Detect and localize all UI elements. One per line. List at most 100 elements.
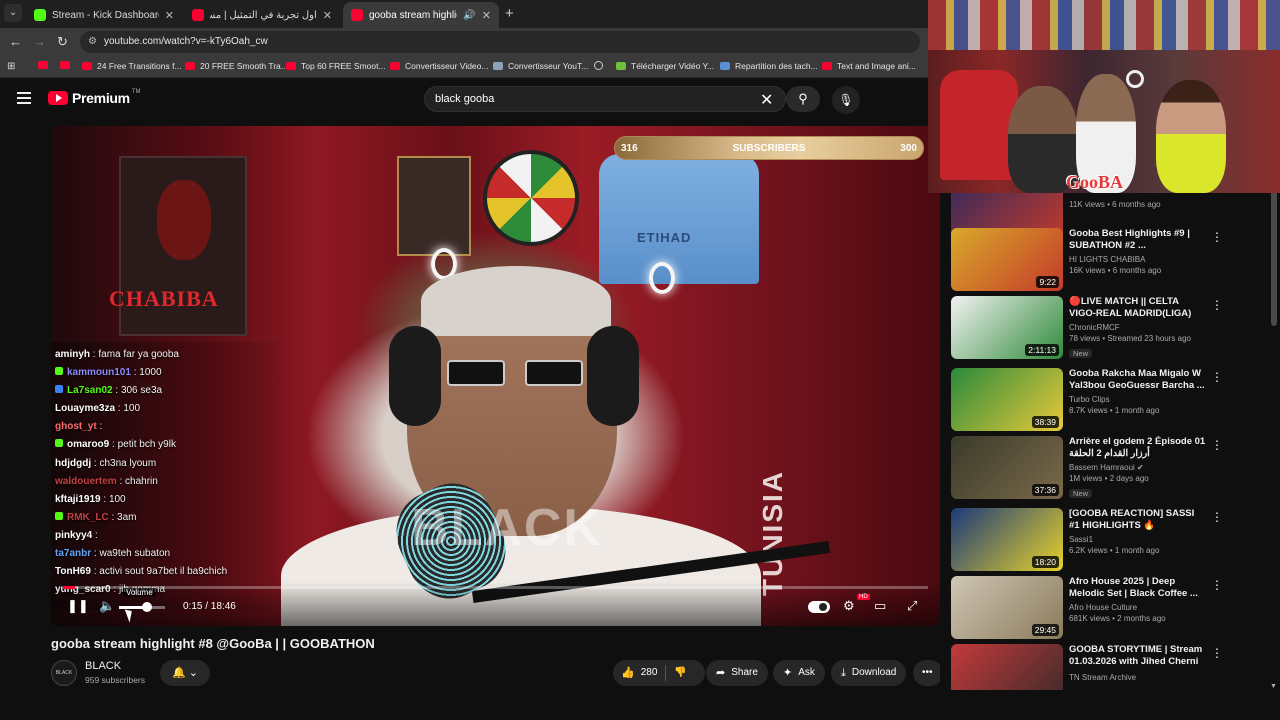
more-vertical-icon[interactable]: ⋮ xyxy=(1211,298,1223,312)
recommendation-title[interactable]: Gooba Best Highlights #9 | SUBATHON #2 .… xyxy=(1069,228,1207,252)
theater-mode-icon[interactable]: ▭ xyxy=(874,598,886,614)
scroll-down-icon[interactable]: ▼ xyxy=(1270,683,1277,690)
youtube-icon xyxy=(82,62,92,70)
volume-knob[interactable] xyxy=(141,602,152,612)
search-input[interactable]: black gooba xyxy=(424,86,786,112)
apps-button[interactable]: ⊞ xyxy=(7,61,24,73)
headset-left xyxy=(389,326,441,426)
recommendation-info: Afro House 2025 | Deep Melodic Set | Bla… xyxy=(1069,576,1207,623)
like-button[interactable]: 👍 280 xyxy=(613,660,665,686)
bookmark-item[interactable]: Top 60 FREE Smoot... xyxy=(286,61,386,71)
recommendation-item[interactable]: 18:20 [GOOBA REACTION] SASSI #1 HIGHLIGHT… xyxy=(951,508,1280,576)
voice-search-button[interactable]: 🎙 xyxy=(832,86,860,114)
channel-avatar[interactable]: BLACK xyxy=(51,660,77,686)
volume-icon[interactable]: 🔈 xyxy=(99,598,115,614)
recommendation-meta: 78 views • Streamed 23 hours ago xyxy=(1069,334,1191,343)
chat-username: kammoun101 xyxy=(67,367,131,379)
bookmark-item[interactable]: Text and Image ani... xyxy=(822,61,916,71)
recommendation-meta: 11K views • 6 months ago xyxy=(1069,200,1161,209)
recommendation-item[interactable]: 9:22 Gooba Best Highlights #9 | SUBATHON … xyxy=(951,228,1280,296)
chat-message: hdjdgdj : ch3na lyoum xyxy=(55,457,157,469)
back-icon[interactable]: ← xyxy=(9,34,22,49)
recommendation-item[interactable]: 29:45 Afro House 2025 | Deep Melodic Set … xyxy=(951,576,1280,644)
close-tab-icon[interactable]: ✕ xyxy=(165,9,174,22)
bookmark-item[interactable]: Repartition des tach... xyxy=(720,61,818,71)
poster-text: CHABIBA xyxy=(109,286,219,311)
recommendation-item[interactable]: 38:39 Gooba Rakcha Maa Migalo W Yal3bou G… xyxy=(951,368,1280,436)
recommendation-title[interactable]: Arrière el godem 2 Épisode 01 أرزار القد… xyxy=(1069,436,1207,460)
video-thumbnail[interactable]: 38:39 xyxy=(951,368,1063,431)
forward-icon[interactable]: → xyxy=(33,34,46,49)
kick-icon xyxy=(34,9,46,21)
gooba-logo: GooBA xyxy=(1066,172,1124,192)
settings-icon[interactable]: ⚙ xyxy=(843,598,855,614)
video-thumbnail[interactable] xyxy=(951,644,1063,690)
recommendation-title[interactable]: GOOBA STORYTIME | Stream 01.03.2026 with… xyxy=(1069,644,1207,670)
channel-name[interactable]: BLACK xyxy=(85,660,121,672)
more-vertical-icon[interactable]: ⋮ xyxy=(1211,510,1223,524)
pause-icon[interactable]: ❚❚ xyxy=(67,598,89,614)
tab-search-button[interactable]: ⌄ xyxy=(4,4,22,22)
speaker-icon[interactable]: 🔊 xyxy=(463,10,475,21)
gaming-chair xyxy=(940,70,1018,180)
bookmark-item[interactable] xyxy=(594,61,608,70)
sparkle-icon: ✦ xyxy=(783,667,793,679)
chat-text: fama far ya gooba xyxy=(98,349,179,360)
dislike-button[interactable]: 👎 xyxy=(666,660,694,686)
video-thumbnail[interactable]: 37:36 xyxy=(951,436,1063,499)
recommendation-title[interactable]: Gooba Rakcha Maa Migalo W Yal3bou GeoGue… xyxy=(1069,368,1207,392)
recommendation-item[interactable]: 2:11:13 🔴LIVE MATCH || CELTA VIGO-REAL MA… xyxy=(951,296,1280,364)
progress-bar[interactable] xyxy=(63,586,928,589)
clear-search-icon[interactable]: ✕ xyxy=(760,90,773,110)
thumbs-up-icon: 👍 xyxy=(621,667,635,679)
bookmark-item[interactable]: 20 FREE Smooth Tra... xyxy=(185,61,288,71)
youtube-premium-logo[interactable]: Premium TM xyxy=(48,89,140,106)
more-actions-button[interactable]: ••• xyxy=(913,660,943,686)
chat-badge-icon xyxy=(55,439,63,448)
recommendation-info: Arrière el godem 2 Épisode 01 أرزار القد… xyxy=(1069,436,1207,501)
bookmark-item[interactable]: 24 Free Transitions f... xyxy=(82,61,182,71)
video-thumbnail[interactable]: 18:20 xyxy=(951,508,1063,571)
share-button[interactable]: ➦ Share xyxy=(706,660,768,686)
autoplay-toggle[interactable] xyxy=(808,601,830,613)
video-thumbnail[interactable]: 9:22 xyxy=(951,228,1063,291)
bookmark-item[interactable]: Convertisseur Video... xyxy=(390,61,488,71)
bookmark-item[interactable] xyxy=(38,61,53,69)
recommendation-title[interactable]: 🔴LIVE MATCH || CELTA VIGO-REAL MADRID(LI… xyxy=(1069,296,1207,320)
search-query: black gooba xyxy=(435,93,495,105)
site-info-icon[interactable]: ⚙ xyxy=(88,31,97,53)
search-button[interactable]: ⚲ xyxy=(786,86,820,112)
download-button[interactable]: ⤓ Download xyxy=(831,660,907,686)
close-tab-icon[interactable]: ✕ xyxy=(482,9,491,22)
ring-light-reflection xyxy=(1126,70,1144,88)
more-vertical-icon[interactable]: ⋮ xyxy=(1211,578,1223,592)
recommendation-title[interactable]: Afro House 2025 | Deep Melodic Set | Bla… xyxy=(1069,576,1207,600)
reload-icon[interactable]: ↻ xyxy=(57,34,68,50)
more-vertical-icon[interactable]: ⋮ xyxy=(1211,370,1223,384)
new-tab-button[interactable]: + xyxy=(505,5,514,22)
more-vertical-icon[interactable]: ⋮ xyxy=(1211,438,1223,452)
video-thumbnail[interactable]: 2:11:13 xyxy=(951,296,1063,359)
recommendation-item[interactable]: GOOBA STORYTIME | Stream 01.03.2026 with… xyxy=(951,644,1280,690)
more-vertical-icon[interactable]: ⋮ xyxy=(1211,230,1223,244)
notification-bell-button[interactable]: 🔔 ⌄ xyxy=(160,660,210,686)
download-label: Download xyxy=(851,667,897,678)
bookmark-item[interactable]: Télécharger Vidéo Y... xyxy=(616,61,714,71)
recommendation-item[interactable]: 37:36 Arrière el godem 2 Épisode 01 أرزار… xyxy=(951,436,1280,504)
ask-button[interactable]: ✦ Ask xyxy=(773,660,825,686)
headset-right xyxy=(587,326,639,426)
more-vertical-icon[interactable]: ⋮ xyxy=(1211,646,1223,660)
bookmark-item[interactable] xyxy=(60,61,75,69)
address-bar[interactable]: ⚙ youtube.com/watch?v=-kTy6Oah_cw xyxy=(80,31,920,53)
tab-kick-dashboard[interactable]: Stream - Kick Dashboard ✕ xyxy=(26,2,182,28)
video-thumbnail[interactable]: 29:45 xyxy=(951,576,1063,639)
recommendation-title[interactable]: [GOOBA REACTION] SASSI #1 HIGHLIGHTS 🔥 xyxy=(1069,508,1207,532)
chat-text: activi sout 9a7bet il ba9chich xyxy=(99,566,228,578)
tab-series[interactable]: أول تجربة في التمثيل | مسلسل :e ✕ xyxy=(184,2,340,28)
tab-gooba-highlight[interactable]: gooba stream highlight #8 🔊 ✕ xyxy=(343,2,499,28)
close-tab-icon[interactable]: ✕ xyxy=(323,9,332,22)
fullscreen-icon[interactable]: ⤢ xyxy=(907,598,917,614)
video-player[interactable]: CHABIBA ETIHAD TUNISIA BLACK 316 SUBSCRI… xyxy=(51,126,940,626)
bookmark-item[interactable]: Convertisseur YouT... xyxy=(493,61,588,71)
menu-icon[interactable] xyxy=(17,92,31,104)
